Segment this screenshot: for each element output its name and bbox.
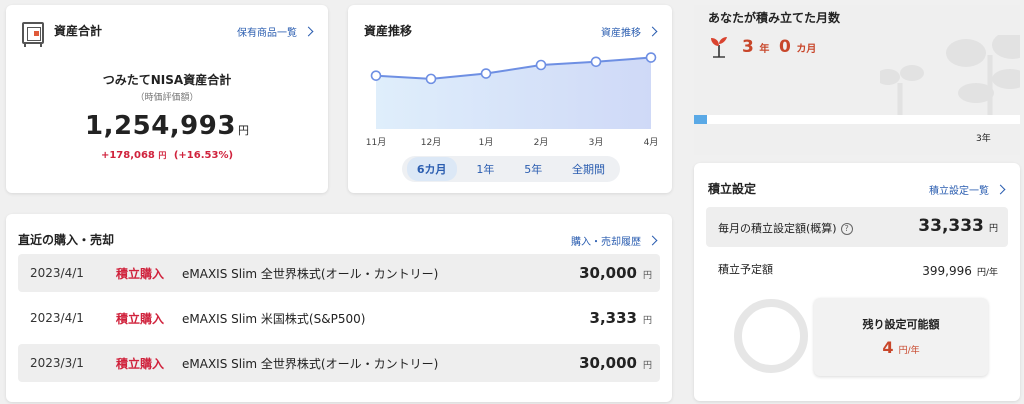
settings-title: 積立設定 (708, 182, 757, 196)
settings-list-link[interactable]: 積立設定一覧 (929, 182, 1006, 197)
trade-row: 2023/4/1 積立購入 eMAXIS Slim 米国株式(S&P500) 3… (18, 299, 660, 337)
gain-value: +178,068 (100, 150, 155, 161)
asset-trend-chart (370, 52, 657, 129)
plant-illustration (880, 35, 1020, 121)
gain-loss: +178,068 円 (+16.53%) (6, 150, 328, 161)
remaining-amount-box: 残り設定可能額 4 円/年 (814, 298, 988, 376)
months-unit: カ月 (796, 44, 817, 55)
holdings-list-link[interactable]: 保有商品一覧 (237, 24, 314, 39)
trend-area (376, 57, 651, 129)
trade-date: 2023/4/1 (30, 266, 84, 280)
accumulated-months-panel: あなたが積み立てた月数 3 年 0 カ月 3年 (694, 5, 1020, 155)
trade-row: 2023/4/1 積立購入 eMAXIS Slim 全世界株式(オール・カントリ… (18, 254, 660, 292)
chevron-right-icon[interactable] (303, 26, 314, 37)
trade-row: 2023/3/1 積立購入 eMAXIS Slim 全世界株式(オール・カントリ… (18, 344, 660, 382)
planned-amount: 399,996 円/年 (922, 260, 998, 279)
asset-trend-card: 資産推移 資産推移 11月 12月 1月 2月 3月 4月 6カ月 1年 5年 全期間 (348, 5, 672, 193)
safe-icon (22, 22, 44, 44)
planned-amount-label: 積立予定額 (718, 263, 773, 276)
market-value-note: （時価評価額） (135, 93, 199, 103)
years-value: 3 (742, 37, 754, 57)
period-tab[interactable]: 5年 (514, 157, 552, 181)
trade-amount-value: 30,000 (579, 264, 637, 282)
trade-history-link-label[interactable]: 購入・売却履歴 (571, 233, 641, 248)
monthly-setting-value: 33,333 (918, 216, 984, 236)
trade-amount-value: 30,000 (579, 354, 637, 372)
remaining-ring-chart (734, 299, 808, 373)
month-tick-label: 1月 (478, 138, 494, 148)
trend-point (480, 68, 492, 79)
gain-percent: (+16.53%) (173, 150, 234, 161)
planned-amount-value: 399,996 (922, 264, 972, 278)
trend-point (535, 59, 547, 71)
recent-trades-title: 直近の購入・売却 (18, 233, 115, 247)
planned-amount-unit: 円/年 (976, 268, 998, 278)
accumulation-progress-fill (694, 115, 708, 124)
chevron-right-icon[interactable] (995, 184, 1006, 195)
recent-trades-card: 直近の購入・売却 購入・売却履歴 2023/4/1 積立購入 eMAXIS Sl… (6, 214, 672, 402)
years-unit: 年 (759, 44, 770, 55)
asset-total-card: 資産合計 保有商品一覧 つみたてNISA資産合計 （時価評価額） 1,254,9… (6, 5, 328, 193)
nisa-total-label: つみたてNISA資産合計 (102, 73, 232, 87)
trend-point (590, 56, 602, 68)
month-tick-label: 11月 (365, 138, 387, 148)
trend-point (425, 73, 437, 85)
sprout-icon (711, 37, 727, 58)
period-tab[interactable]: 6カ月 (406, 157, 457, 181)
month-tick-label: 2月 (533, 138, 549, 148)
asset-total-value: 1,254,993 (85, 111, 236, 141)
trend-point (645, 52, 657, 63)
progress-marker-label: 3年 (976, 134, 991, 144)
asset-total-title: 資産合計 (54, 24, 103, 38)
trade-type: 積立購入 (116, 266, 165, 281)
remaining-value: 4 (882, 338, 894, 357)
remaining-label: 残り設定可能額 (862, 318, 940, 331)
trade-amount-unit: 円 (642, 271, 652, 281)
trade-amount-unit: 円 (642, 316, 652, 326)
period-tabs: 6カ月 1年 5年 全期間 (402, 156, 620, 182)
chevron-right-icon[interactable] (647, 235, 658, 246)
trade-amount: 30,000 円 (579, 264, 652, 282)
monthly-setting-label: 毎月の積立設定額(概算) (718, 222, 837, 235)
trade-fund-name: eMAXIS Slim 全世界株式(オール・カントリー) (182, 266, 439, 281)
month-tick-label: 12月 (420, 138, 442, 148)
accumulation-settings-card: 積立設定 積立設定一覧 毎月の積立設定額(概算)? 33,333 円 積立予定額… (694, 163, 1020, 401)
accumulated-duration: 3 年 0 カ月 (742, 37, 816, 57)
safe-icon-feet (24, 44, 42, 47)
trade-amount-unit: 円 (642, 361, 652, 371)
monthly-setting-unit: 円 (988, 224, 998, 234)
trade-amount: 30,000 円 (579, 354, 652, 372)
help-icon[interactable]: ? (840, 223, 853, 235)
asset-total-unit: 円 (237, 124, 249, 137)
trade-fund-name: eMAXIS Slim 全世界株式(オール・カントリー) (182, 356, 439, 371)
trade-amount: 3,333 円 (590, 309, 652, 327)
months-value: 0 (779, 37, 791, 57)
remaining-amount: 4 円/年 (814, 338, 988, 357)
asset-total-amount: 1,254,993 円 (6, 111, 328, 141)
trend-point (370, 70, 382, 81)
accumulated-months-title: あなたが積み立てた月数 (708, 11, 841, 25)
monthly-setting-label-wrap: 毎月の積立設定額(概算)? (718, 220, 853, 236)
trade-fund-name: eMAXIS Slim 米国株式(S&P500) (182, 311, 366, 326)
gain-unit: 円 (158, 151, 167, 160)
trade-type: 積立購入 (116, 311, 165, 326)
trade-date: 2023/4/1 (30, 311, 84, 325)
accumulation-progress-track (694, 115, 1020, 124)
trade-type: 積立購入 (116, 356, 165, 371)
trade-amount-value: 3,333 (589, 309, 637, 327)
remaining-unit: 円/年 (898, 346, 920, 356)
month-tick-label: 3月 (588, 138, 604, 148)
period-tab[interactable]: 全期間 (562, 157, 615, 181)
trade-date: 2023/3/1 (30, 356, 84, 370)
holdings-list-link-label[interactable]: 保有商品一覧 (237, 24, 297, 39)
period-tab[interactable]: 1年 (466, 157, 504, 181)
trade-history-link[interactable]: 購入・売却履歴 (571, 233, 658, 248)
settings-list-link-label[interactable]: 積立設定一覧 (929, 182, 989, 197)
monthly-setting-amount: 33,333 円 (918, 216, 998, 236)
monthly-setting-row: 毎月の積立設定額(概算)? 33,333 円 (706, 207, 1008, 247)
month-tick-label: 4月 (643, 138, 659, 148)
